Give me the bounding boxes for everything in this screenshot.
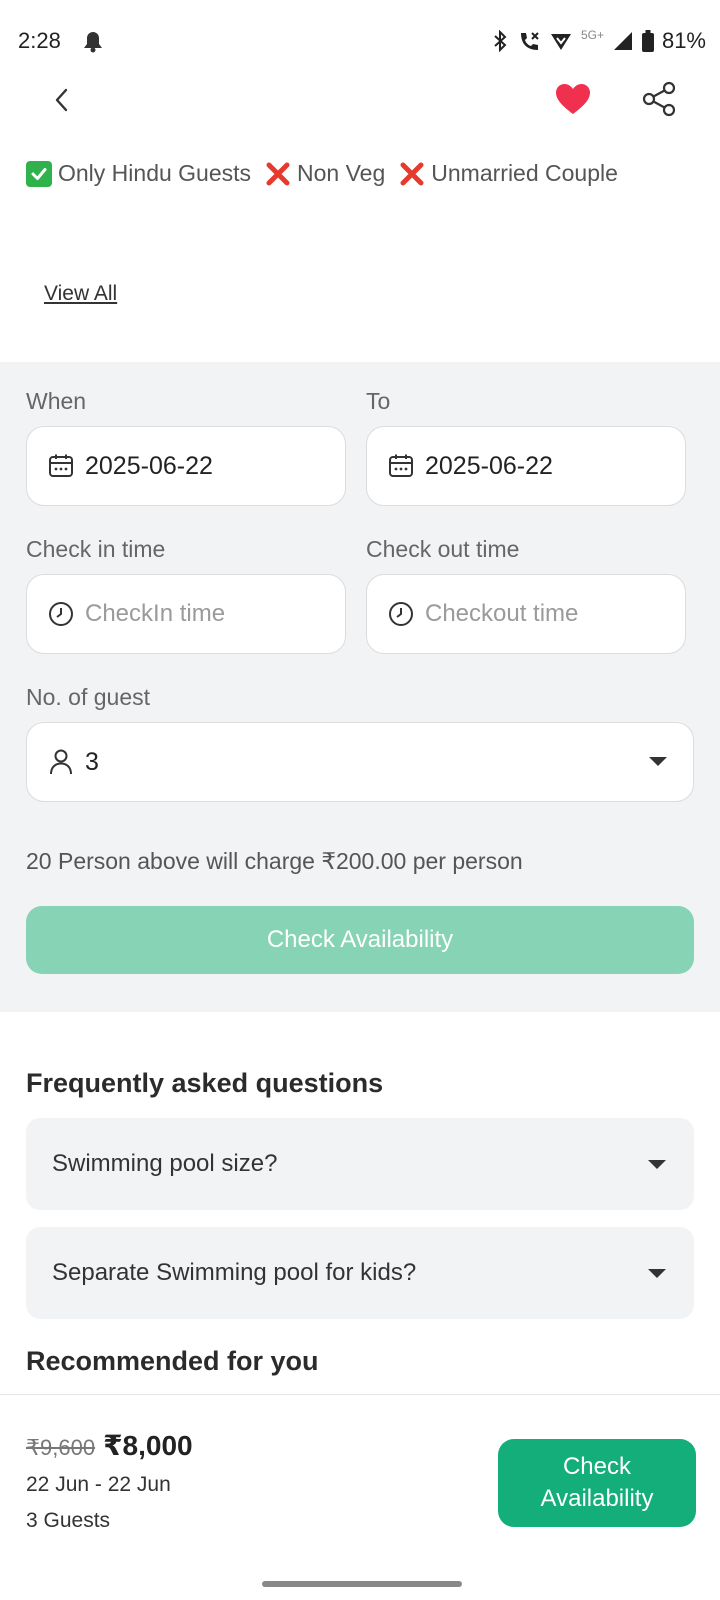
person-icon bbox=[47, 748, 75, 776]
rule-label: Unmarried Couple bbox=[431, 160, 618, 186]
signal-icon bbox=[612, 30, 634, 52]
heart-icon bbox=[556, 84, 590, 114]
when-label: When bbox=[26, 388, 87, 414]
clock-icon bbox=[387, 600, 415, 628]
to-label: To bbox=[366, 388, 391, 414]
wifi-call-icon bbox=[517, 30, 541, 52]
check-availability-button[interactable]: Check Availability bbox=[26, 906, 694, 974]
faq-question: Separate Swimming pool for kids? bbox=[52, 1259, 417, 1286]
top-nav bbox=[0, 72, 720, 128]
battery-percent: 81% bbox=[661, 28, 706, 53]
rule-item: Non Veg bbox=[265, 160, 385, 187]
faq-item[interactable]: Swimming pool size? bbox=[26, 1118, 694, 1210]
view-all-link[interactable]: View All bbox=[44, 282, 117, 306]
faq-title: Frequently asked questions bbox=[26, 1068, 384, 1098]
cross-icon bbox=[399, 161, 425, 187]
guest-label: No. of guest bbox=[26, 684, 151, 710]
to-date-value: 2025-06-22 bbox=[425, 451, 553, 480]
when-date-value: 2025-06-22 bbox=[85, 451, 213, 480]
rule-label: Non Veg bbox=[297, 160, 386, 186]
checkin-label: Check in time bbox=[26, 536, 166, 562]
share-icon bbox=[642, 81, 676, 117]
guests-count: 3 Guests bbox=[26, 1509, 111, 1532]
checkout-label: Check out time bbox=[366, 536, 520, 562]
recommended-title: Recommended for you bbox=[26, 1346, 319, 1376]
price-row: ₹9,600 ₹8,000 bbox=[26, 1429, 193, 1462]
extra-charge-note: 20 Person above will charge ₹200.00 per … bbox=[26, 848, 523, 874]
original-price: ₹9,600 bbox=[26, 1435, 96, 1460]
date-range: 22 Jun - 22 Jun bbox=[26, 1473, 171, 1496]
battery-icon bbox=[641, 30, 654, 52]
checkin-time-field[interactable]: CheckIn time bbox=[26, 574, 346, 654]
guest-select[interactable]: 3 bbox=[26, 722, 694, 802]
house-rules: Only Hindu Guests Non Veg Unmarried Coup… bbox=[26, 160, 632, 187]
to-date-field[interactable]: 2025-06-22 bbox=[366, 426, 686, 506]
cross-icon bbox=[265, 161, 291, 187]
checkout-time-field[interactable]: Checkout time bbox=[366, 574, 686, 654]
caret-down-icon bbox=[649, 757, 667, 766]
status-bar: 2:28 5G+ 81% bbox=[0, 0, 720, 80]
calendar-icon bbox=[47, 452, 75, 480]
share-button[interactable] bbox=[638, 78, 680, 120]
guest-value: 3 bbox=[85, 747, 99, 776]
rule-item: Only Hindu Guests bbox=[26, 160, 251, 187]
checkout-time-placeholder: Checkout time bbox=[425, 600, 579, 627]
rule-item: Unmarried Couple bbox=[399, 160, 618, 187]
status-icons: 5G+ 81% bbox=[491, 28, 706, 54]
caret-down-icon bbox=[648, 1160, 666, 1169]
vpn-shield-icon bbox=[549, 30, 573, 52]
favorite-button[interactable] bbox=[552, 78, 594, 120]
booking-form: When 2025-06-22 To 2025-06-22 Check in t… bbox=[0, 362, 720, 1012]
status-time: 2:28 bbox=[18, 28, 61, 53]
chevron-left-icon bbox=[55, 88, 68, 112]
button-label-line2: Availability bbox=[540, 1485, 654, 1512]
home-indicator[interactable] bbox=[262, 1581, 462, 1587]
bluetooth-icon bbox=[491, 30, 509, 52]
check-availability-primary-button[interactable]: Check Availability bbox=[498, 1439, 696, 1527]
bottom-booking-bar: ₹9,600 ₹8,000 22 Jun - 22 Jun 3 Guests C… bbox=[0, 1394, 720, 1600]
faq-item[interactable]: Separate Swimming pool for kids? bbox=[26, 1227, 694, 1319]
discounted-price: ₹8,000 bbox=[103, 1430, 193, 1461]
clock-icon bbox=[47, 600, 75, 628]
check-box-icon bbox=[26, 160, 52, 187]
caret-down-icon bbox=[648, 1269, 666, 1278]
checkin-time-placeholder: CheckIn time bbox=[85, 600, 226, 627]
when-date-field[interactable]: 2025-06-22 bbox=[26, 426, 346, 506]
bell-off-icon bbox=[80, 28, 106, 54]
back-button[interactable] bbox=[44, 82, 80, 118]
rule-label: Only Hindu Guests bbox=[58, 160, 252, 186]
faq-question: Swimming pool size? bbox=[52, 1150, 278, 1177]
network-type-label: 5G+ bbox=[580, 28, 604, 42]
calendar-icon bbox=[387, 452, 415, 480]
button-label-line1: Check bbox=[562, 1453, 631, 1480]
